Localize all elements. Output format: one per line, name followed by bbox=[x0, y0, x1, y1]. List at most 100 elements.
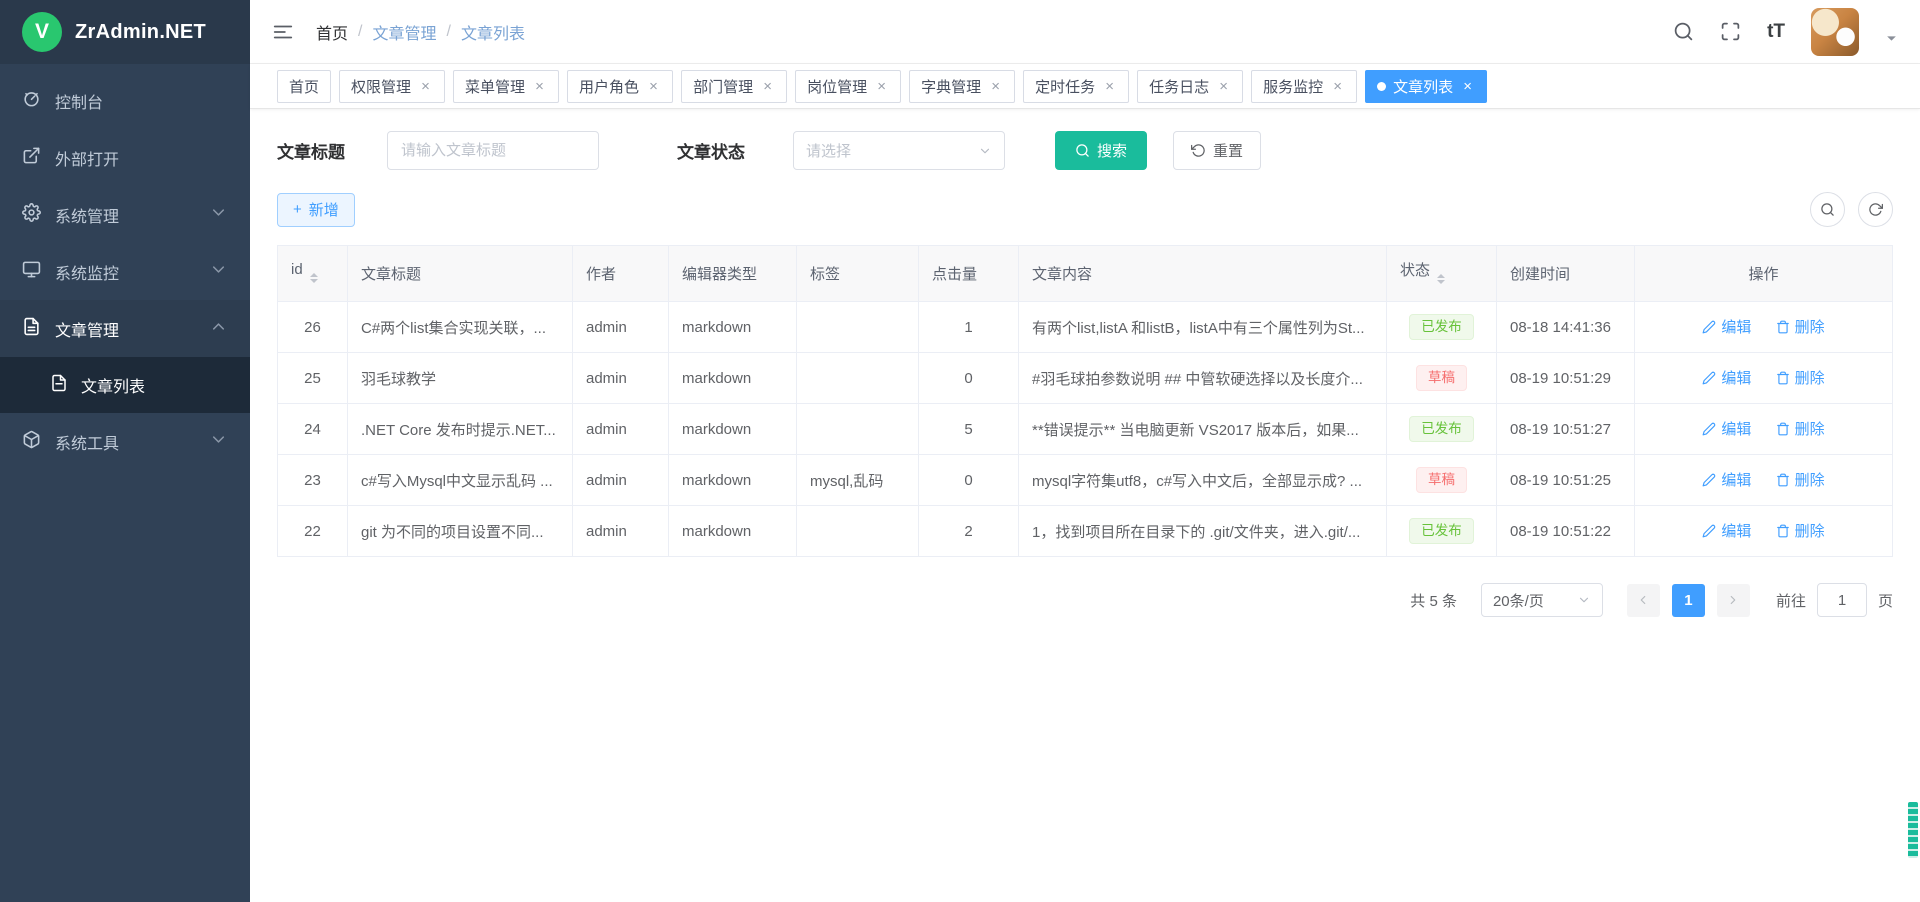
delete-button[interactable]: 删除 bbox=[1776, 520, 1825, 541]
toolbar-right bbox=[1810, 192, 1893, 227]
table-row[interactable]: 23 c#写入Mysql中文显示乱码 ... admin markdown my… bbox=[278, 455, 1893, 506]
cell-title: c#写入Mysql中文显示乱码 ... bbox=[348, 455, 573, 506]
cell-clicks: 1 bbox=[919, 302, 1019, 353]
edit-button[interactable]: 编辑 bbox=[1702, 520, 1751, 541]
tab-scheduled-task[interactable]: 定时任务× bbox=[1023, 70, 1129, 103]
breadcrumb-article-mgmt[interactable]: 文章管理 bbox=[372, 20, 436, 44]
sidebar-item-article-mgmt[interactable]: 文章管理 bbox=[0, 300, 250, 357]
status-badge: 已发布 bbox=[1409, 416, 1474, 442]
menu-fold-icon[interactable] bbox=[272, 21, 294, 43]
tab-service-monitor[interactable]: 服务监控× bbox=[1251, 70, 1357, 103]
tab-permission-mgmt[interactable]: 权限管理× bbox=[339, 70, 445, 103]
close-icon[interactable]: × bbox=[418, 79, 433, 94]
edit-button[interactable]: 编辑 bbox=[1702, 469, 1751, 490]
cell-editor-type: markdown bbox=[669, 506, 797, 557]
sidebar-item-article-list[interactable]: 文章列表 bbox=[0, 357, 250, 413]
tab-user-role[interactable]: 用户角色× bbox=[567, 70, 673, 103]
search-button[interactable]: 搜索 bbox=[1055, 131, 1147, 170]
user-avatar[interactable] bbox=[1811, 8, 1859, 56]
close-icon[interactable]: × bbox=[646, 79, 661, 94]
toggle-search-button[interactable] bbox=[1810, 192, 1845, 227]
delete-button[interactable]: 删除 bbox=[1776, 367, 1825, 388]
cell-tags bbox=[797, 404, 919, 455]
search-icon[interactable] bbox=[1673, 21, 1694, 42]
edit-button[interactable]: 编辑 bbox=[1702, 316, 1751, 337]
tab-menu-mgmt[interactable]: 菜单管理× bbox=[453, 70, 559, 103]
page-content: 文章标题 文章状态 请选择 搜索 重置 + bbox=[250, 109, 1920, 902]
font-size-icon[interactable]: tT bbox=[1767, 21, 1785, 43]
goto-page-input[interactable] bbox=[1817, 583, 1867, 617]
cell-status: 已发布 bbox=[1387, 506, 1497, 557]
next-page-button[interactable] bbox=[1717, 584, 1750, 617]
sidebar-item-label: 外部打开 bbox=[55, 146, 119, 170]
tab-task-log[interactable]: 任务日志× bbox=[1137, 70, 1243, 103]
page-size-select[interactable]: 20条/页 bbox=[1481, 583, 1603, 617]
app-logo[interactable]: V ZrAdmin.NET bbox=[0, 0, 250, 64]
scrollbar-thumb[interactable] bbox=[1908, 802, 1918, 858]
edit-button[interactable]: 编辑 bbox=[1702, 418, 1751, 439]
article-title-input[interactable] bbox=[387, 131, 599, 170]
sidebar-item-label: 文章管理 bbox=[55, 317, 119, 341]
chevron-down-icon[interactable] bbox=[1885, 32, 1898, 50]
cell-clicks: 5 bbox=[919, 404, 1019, 455]
delete-button[interactable]: 删除 bbox=[1776, 316, 1825, 337]
reset-button[interactable]: 重置 bbox=[1173, 131, 1261, 170]
sidebar-item-system-monitor[interactable]: 系统监控 bbox=[0, 243, 250, 300]
sidebar-item-console[interactable]: 控制台 bbox=[0, 72, 250, 129]
delete-button[interactable]: 删除 bbox=[1776, 418, 1825, 439]
chevron-down-icon bbox=[1577, 593, 1591, 607]
close-icon[interactable]: × bbox=[988, 79, 1003, 94]
column-header-id[interactable]: id bbox=[278, 246, 348, 302]
edit-button[interactable]: 编辑 bbox=[1702, 367, 1751, 388]
sidebar-item-system-tools[interactable]: 系统工具 bbox=[0, 413, 250, 470]
table-row[interactable]: 24 .NET Core 发布时提示.NET... admin markdown… bbox=[278, 404, 1893, 455]
dashboard-icon bbox=[22, 89, 41, 113]
column-header-title: 文章标题 bbox=[348, 246, 573, 302]
cell-author: admin bbox=[573, 455, 669, 506]
page-number-button[interactable]: 1 bbox=[1672, 584, 1705, 617]
close-icon[interactable]: × bbox=[760, 79, 775, 94]
close-icon[interactable]: × bbox=[532, 79, 547, 94]
tab-dict-mgmt[interactable]: 字典管理× bbox=[909, 70, 1015, 103]
tabs-bar: 首页 权限管理× 菜单管理× 用户角色× 部门管理× 岗位管理× 字典管理× 定… bbox=[250, 64, 1920, 109]
select-placeholder: 请选择 bbox=[806, 140, 851, 161]
article-title-label: 文章标题 bbox=[277, 138, 345, 163]
article-status-select[interactable]: 请选择 bbox=[793, 131, 1005, 170]
topbar-actions: tT bbox=[1673, 8, 1898, 56]
prev-page-button[interactable] bbox=[1627, 584, 1660, 617]
gear-icon bbox=[22, 203, 41, 227]
status-badge: 草稿 bbox=[1416, 365, 1467, 391]
cell-clicks: 0 bbox=[919, 353, 1019, 404]
refresh-button[interactable] bbox=[1858, 192, 1893, 227]
cell-actions: 编辑 删除 bbox=[1635, 353, 1893, 404]
sidebar-item-label: 控制台 bbox=[55, 89, 103, 113]
cell-author: admin bbox=[573, 302, 669, 353]
table-row[interactable]: 22 git 为不同的项目设置不同... admin markdown 2 1，… bbox=[278, 506, 1893, 557]
status-badge: 已发布 bbox=[1409, 314, 1474, 340]
add-button[interactable]: + 新增 bbox=[277, 193, 355, 227]
sidebar-item-external-open[interactable]: 外部打开 bbox=[0, 129, 250, 186]
breadcrumb-home[interactable]: 首页 bbox=[316, 20, 348, 44]
tab-dept-mgmt[interactable]: 部门管理× bbox=[681, 70, 787, 103]
sidebar-item-label: 文章列表 bbox=[81, 373, 145, 397]
sidebar-item-system-mgmt[interactable]: 系统管理 bbox=[0, 186, 250, 243]
close-icon[interactable]: × bbox=[1102, 79, 1117, 94]
close-icon[interactable]: × bbox=[1216, 79, 1231, 94]
tab-article-list[interactable]: 文章列表× bbox=[1365, 70, 1487, 103]
close-icon[interactable]: × bbox=[874, 79, 889, 94]
table-row[interactable]: 26 C#两个list集合实现关联，... admin markdown 1 有… bbox=[278, 302, 1893, 353]
close-icon[interactable]: × bbox=[1460, 79, 1475, 94]
table-row[interactable]: 25 羽毛球教学 admin markdown 0 #羽毛球拍参数说明 ## 中… bbox=[278, 353, 1893, 404]
tab-home[interactable]: 首页 bbox=[277, 70, 331, 103]
cell-title: git 为不同的项目设置不同... bbox=[348, 506, 573, 557]
sidebar-menu: 控制台 外部打开 系统管理 系统监控 文章管理 bbox=[0, 64, 250, 470]
cell-content: **错误提示** 当电脑更新 VS2017 版本后，如果... bbox=[1019, 404, 1387, 455]
tab-post-mgmt[interactable]: 岗位管理× bbox=[795, 70, 901, 103]
delete-button[interactable]: 删除 bbox=[1776, 469, 1825, 490]
article-status-label: 文章状态 bbox=[677, 138, 745, 163]
fullscreen-icon[interactable] bbox=[1720, 21, 1741, 42]
cell-editor-type: markdown bbox=[669, 455, 797, 506]
column-header-status[interactable]: 状态 bbox=[1387, 246, 1497, 302]
close-icon[interactable]: × bbox=[1330, 79, 1345, 94]
cell-id: 23 bbox=[278, 455, 348, 506]
